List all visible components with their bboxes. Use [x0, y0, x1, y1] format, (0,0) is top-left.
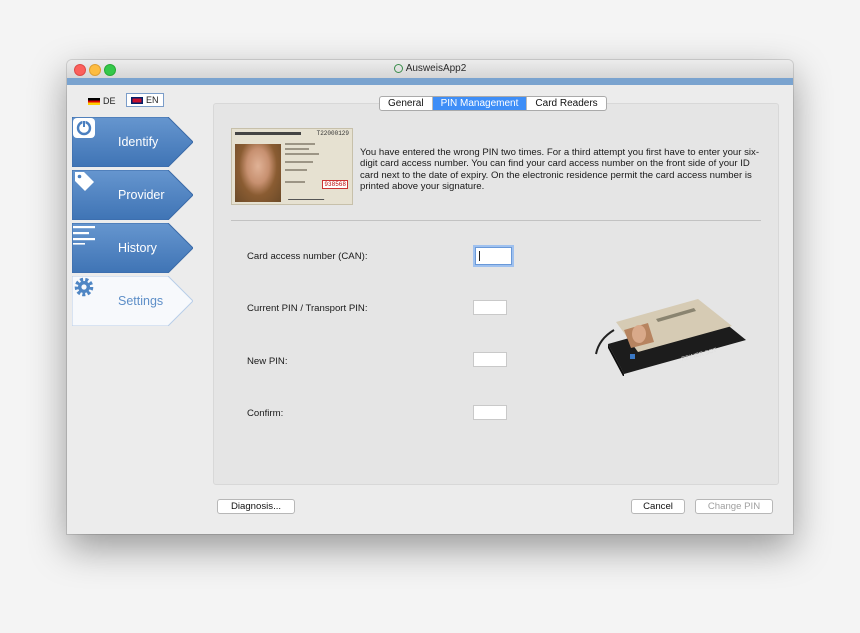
- content-panel: T22000129 938568 You have entered the wr…: [213, 103, 779, 485]
- id-card-signature: [287, 191, 329, 200]
- app-logo-icon: [393, 64, 403, 73]
- cancel-button[interactable]: Cancel: [631, 499, 685, 514]
- window-title-text: AusweisApp2: [405, 63, 467, 74]
- confirm-pin-input[interactable]: [473, 405, 507, 420]
- id-card-number: T22000129: [316, 130, 349, 137]
- current-pin-label: Current PIN / Transport PIN:: [247, 303, 368, 314]
- card-reader-image: REINER SCT: [595, 299, 746, 376]
- id-card-text-line: [285, 148, 309, 150]
- header-accent-bar: [67, 78, 793, 85]
- id-card-text-line: [285, 181, 305, 183]
- nav-label-settings: Settings: [118, 294, 164, 308]
- confirm-label: Confirm:: [247, 408, 284, 419]
- language-de-button[interactable]: DE: [88, 96, 116, 106]
- tab-bar: General PIN Management Card Readers: [379, 96, 607, 111]
- list-icon: [73, 226, 95, 245]
- language-de-label: DE: [103, 96, 116, 106]
- id-card-photo: [235, 144, 281, 202]
- new-pin-input[interactable]: [473, 352, 507, 367]
- new-pin-label: New PIN:: [247, 356, 288, 367]
- nav-item-history[interactable]: History: [72, 223, 193, 273]
- window-title: AusweisApp2: [67, 63, 793, 74]
- id-card-header-strip: [235, 132, 301, 135]
- nav-item-identify[interactable]: Identify: [72, 117, 193, 167]
- nav-label-provider: Provider: [118, 188, 165, 202]
- german-flag-icon: [88, 98, 100, 106]
- tag-icon: [75, 172, 94, 191]
- id-card-text-line: [285, 169, 307, 171]
- tab-card-readers[interactable]: Card Readers: [527, 97, 605, 110]
- diagnosis-button[interactable]: Diagnosis...: [217, 499, 295, 514]
- tab-pin-management[interactable]: PIN Management: [432, 97, 528, 110]
- gear-icon: [74, 277, 94, 297]
- id-card-text-line: [285, 153, 319, 155]
- id-card-text-line: [285, 161, 313, 163]
- identify-icon: [73, 118, 95, 138]
- nav-label-history: History: [118, 241, 157, 255]
- nav-item-provider[interactable]: Provider: [72, 170, 193, 220]
- tab-general[interactable]: General: [380, 97, 433, 110]
- language-en-label: EN: [146, 95, 159, 105]
- current-pin-input[interactable]: [473, 300, 507, 315]
- change-pin-button[interactable]: Change PIN: [695, 499, 773, 514]
- title-bar: AusweisApp2: [67, 60, 793, 79]
- id-card-image: T22000129 938568: [231, 128, 353, 205]
- language-en-button[interactable]: EN: [126, 93, 164, 107]
- id-card-can: 938568: [322, 180, 348, 189]
- can-input[interactable]: [475, 247, 512, 265]
- uk-flag-icon: [131, 97, 143, 105]
- can-label: Card access number (CAN):: [247, 251, 368, 262]
- nav-item-settings[interactable]: Settings: [72, 276, 193, 326]
- app-window: AusweisApp2 DE EN Identify Provider Hist…: [67, 60, 793, 534]
- divider: [231, 220, 761, 221]
- info-text: You have entered the wrong PIN two times…: [360, 147, 760, 193]
- text-cursor: [479, 251, 480, 261]
- id-card-text-line: [285, 143, 315, 145]
- nav-label-identify: Identify: [118, 135, 159, 149]
